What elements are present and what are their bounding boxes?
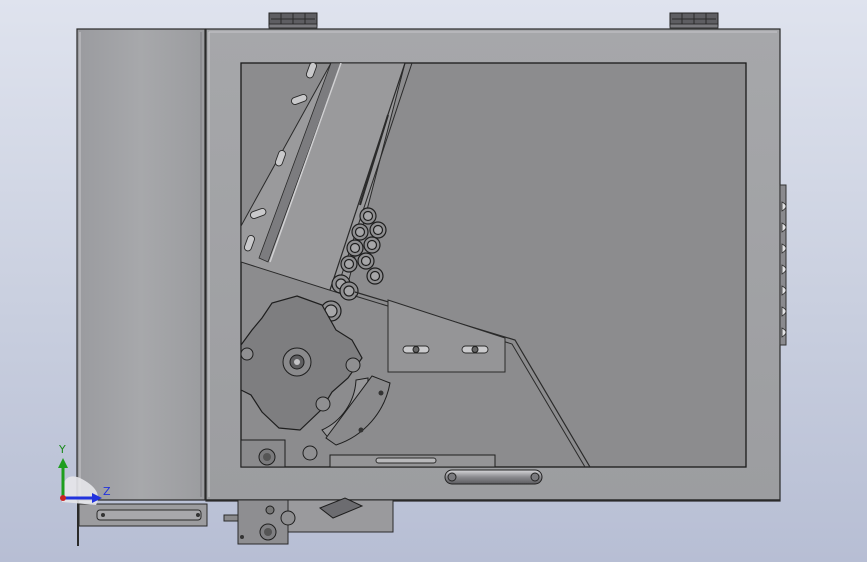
left-side-panel (76, 28, 206, 501)
machine-top-view (58, 12, 787, 546)
hinge-left (268, 12, 318, 29)
y-axis-label: Y (59, 443, 66, 456)
cad-viewport[interactable]: Y Z (0, 0, 867, 562)
z-axis-label: Z (103, 485, 111, 498)
hinge-right (669, 12, 719, 29)
right-latch-strip (779, 184, 787, 346)
bottom-bracket (77, 500, 208, 546)
door-handle[interactable] (444, 469, 543, 485)
bottom-drive-assembly (223, 497, 394, 545)
